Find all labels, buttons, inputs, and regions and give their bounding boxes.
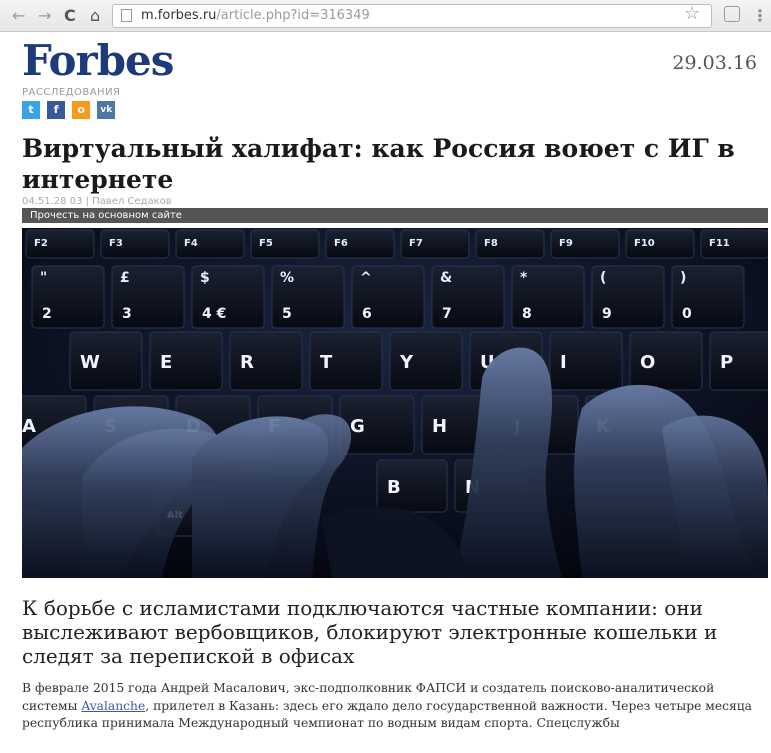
menu-icon[interactable]: ⋮ <box>752 6 768 25</box>
article-lede: К борьбе с исламистами подключаются част… <box>22 596 718 668</box>
key-num-4-top-label: ^ <box>360 270 372 286</box>
key-f8-top-label: F8 <box>484 238 498 249</box>
article-byline: 04.51.28 03 | Павел Седаков <box>22 196 172 207</box>
key-num-3-label: 5 <box>282 306 292 322</box>
key-num-8-top-label: ) <box>680 270 686 286</box>
key-b-label: B <box>387 477 401 498</box>
key-f6-top-label: F6 <box>334 238 348 249</box>
page-icon <box>121 9 132 22</box>
key-num-0-top-label: " <box>40 270 47 286</box>
read-on-main-site-link[interactable]: Прочесть на основном сайте <box>22 208 768 223</box>
key-num-2-top-label: $ <box>200 270 210 286</box>
section-label[interactable]: РАССЛЕДОВАНИЯ <box>22 87 121 98</box>
key-num-6-top-label: * <box>520 270 528 286</box>
key-i-label: I <box>560 352 567 373</box>
key-num-5-top-label: & <box>440 270 452 286</box>
key-num-0-label: 2 <box>42 306 52 322</box>
key-f5-top-label: F5 <box>259 238 273 249</box>
key-f3-top-label: F3 <box>109 238 123 249</box>
article-body: В феврале 2015 года Андрей Масалович, эк… <box>22 680 767 733</box>
key-y-label: Y <box>399 352 414 373</box>
hero-image: F2 F3 F4 F5 F6 F7 F8 F9 F10 F11 " 2 £3 $4 €% 5 ^ 6 & 7 * 8 (9… <box>22 228 768 578</box>
url-path: /article.php?id=316349 <box>216 8 370 23</box>
article-headline: Виртуальный халифат: как Россия воюет с … <box>22 134 735 194</box>
key-p <box>709 331 768 391</box>
bookmark-star-icon[interactable]: ☆ <box>684 3 700 24</box>
browser-toolbar: ← → C ⌂ m.forbes.ru/article.php?id=31634… <box>0 0 771 32</box>
key-num-3-top-label: % <box>280 270 294 286</box>
key-num-7-top-label: ( <box>600 270 606 286</box>
key-p-label: P <box>720 352 733 373</box>
key-num-4-label: 6 <box>362 306 372 322</box>
key-row2-h-label: H <box>432 416 447 437</box>
key-f7-top-label: F7 <box>409 238 423 249</box>
extension-icon[interactable] <box>724 6 740 22</box>
key-num-8-label: 0 <box>682 306 692 322</box>
forbes-logo[interactable]: Forbes <box>22 36 174 86</box>
twitter-share-icon[interactable]: t <box>22 101 40 119</box>
back-arrow-icon[interactable]: ← <box>12 6 25 26</box>
key-e-label: E <box>160 352 172 373</box>
key-w-label: W <box>80 352 100 373</box>
vk-share-icon[interactable]: vk <box>97 101 116 119</box>
key-t-label: T <box>320 352 333 373</box>
key-f4-top-label: F4 <box>184 238 198 249</box>
key-num-5-label: 7 <box>442 306 452 322</box>
key-num-2-label: 4 € <box>202 306 226 322</box>
social-share-buttons: t f o vk <box>22 101 117 119</box>
home-icon[interactable]: ⌂ <box>90 6 100 26</box>
key-num-6-label: 8 <box>522 306 532 322</box>
url-host: m.forbes.ru <box>141 8 217 23</box>
avalanche-link[interactable]: Avalanche <box>81 699 145 713</box>
key-f9-top-label: F9 <box>559 238 573 249</box>
key-row2-a-label: A <box>22 416 36 437</box>
key-row2-g-label: G <box>350 416 365 437</box>
key-num-7-label: 9 <box>602 306 612 322</box>
reload-button[interactable]: C <box>64 6 76 26</box>
key-f10-top-label: F10 <box>634 238 655 249</box>
key-o-label: O <box>640 352 655 373</box>
key-num-1-top-label: £ <box>120 270 130 286</box>
key-num-1-label: 3 <box>122 306 132 322</box>
address-bar[interactable]: m.forbes.ru/article.php?id=316349 <box>112 4 712 28</box>
url-text: m.forbes.ru/article.php?id=316349 <box>141 5 370 27</box>
issue-date: 29.03.16 <box>672 52 757 74</box>
key-r-label: R <box>240 352 254 373</box>
forward-arrow-icon[interactable]: → <box>38 6 51 26</box>
facebook-share-icon[interactable]: f <box>47 101 66 119</box>
key-f11-top-label: F11 <box>709 238 730 249</box>
key-f2-top-label: F2 <box>34 238 48 249</box>
odnoklassniki-share-icon[interactable]: o <box>72 101 91 119</box>
keyboard-hands-illustration: F2 F3 F4 F5 F6 F7 F8 F9 F10 F11 " 2 £3 $4 €% 5 ^ 6 & 7 * 8 (9… <box>22 228 768 578</box>
